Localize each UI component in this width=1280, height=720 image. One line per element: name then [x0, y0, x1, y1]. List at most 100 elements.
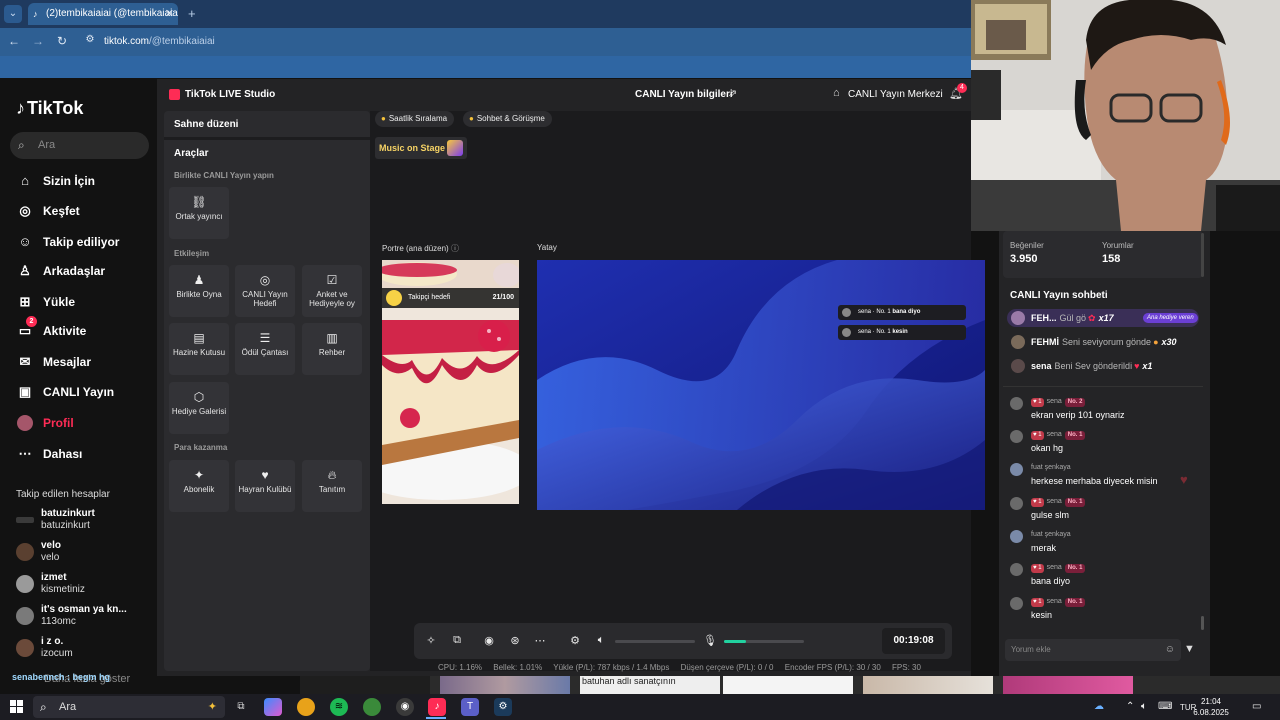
scene-layout-title[interactable]: Sahne düzeni	[174, 119, 238, 130]
rank-badge: No. 1	[1064, 598, 1086, 607]
tab-close-icon[interactable]: ✕	[165, 3, 174, 25]
tool-live-goal[interactable]: ◎ CANLI Yayın Hedefi	[235, 265, 295, 317]
rank-badge: No. 1	[1064, 564, 1086, 573]
keyboard-icon[interactable]: ⌨	[1158, 701, 1172, 712]
chrome-profile-icon[interactable]	[363, 698, 381, 716]
site-info-icon[interactable]: ⚙	[82, 34, 98, 45]
browser-tab[interactable]: ♪ (2)tembikaiaiai (@tembikaiaia ✕	[28, 3, 178, 25]
tool-play-together[interactable]: ♟ Birlikte Oyna	[169, 265, 229, 317]
chrome-icon[interactable]	[297, 698, 315, 716]
share-icon[interactable]: ⇗	[728, 87, 737, 100]
tray-overflow-icon[interactable]: ⌃	[1126, 701, 1134, 712]
goal-label: Takipçi hedefi	[408, 294, 451, 301]
comment-input[interactable]: Yorum ekle ☺	[1005, 639, 1181, 661]
record-icon[interactable]: ◉	[482, 634, 496, 647]
nav-more[interactable]: ⋯ Dahası	[16, 443, 156, 465]
level-badge: ♥ 1	[1031, 564, 1044, 573]
weather-icon[interactable]: ☁	[1094, 701, 1104, 712]
music-on-stage-button[interactable]: Music on Stage	[375, 137, 467, 159]
volume-icon[interactable]: 🔈︎	[1141, 701, 1147, 712]
more-options-icon[interactable]: ⋯	[533, 634, 547, 647]
nav-messages[interactable]: ✉ Mesajlar	[16, 351, 156, 373]
rank-badge: No. 2	[1064, 398, 1086, 407]
nav-activity[interactable]: ▭ 2 Aktivite	[16, 316, 156, 342]
thumbnail[interactable]	[723, 676, 853, 694]
tool-reward-bag[interactable]: ☰ Ödül Çantası	[235, 323, 295, 375]
filter-icon[interactable]: ▼	[1184, 643, 1195, 655]
live-center-button[interactable]: CANLI Yayın Merkezi	[848, 89, 943, 100]
tiktok-logo[interactable]: ♪ TikTok	[16, 98, 83, 119]
nav-friends[interactable]: ♙ Arkadaşlar	[16, 260, 156, 282]
tool-gift-gallery[interactable]: ⬡ Hediye Galerisi	[169, 382, 229, 434]
clock-time: 21:04	[1200, 697, 1222, 706]
nav-live[interactable]: ▣ CANLI Yayın	[16, 381, 156, 403]
portrait-preview[interactable]: Takipçi hedefi 21/100	[382, 260, 519, 504]
obs-icon[interactable]: ◉	[396, 698, 414, 716]
goal-count: 21/100	[492, 294, 514, 301]
following-account[interactable]: batuzinkurt batuzinkurt	[16, 508, 156, 534]
tool-poll[interactable]: ☑ Anket ve Hediyeyle oy	[302, 265, 362, 317]
windows-start-icon[interactable]	[10, 700, 23, 713]
nav-following[interactable]: ☺ Takip ediliyor	[16, 231, 156, 253]
chat-call-pill[interactable]: ● Sohbet & Görüşme	[463, 111, 552, 127]
forward-icon[interactable]: →	[30, 34, 46, 48]
nav-upload[interactable]: ⊞ Yükle	[16, 291, 156, 313]
taskbar-search[interactable]: ⌕ Ara ✦	[33, 696, 225, 718]
notifications-icon[interactable]: ▭	[1252, 701, 1261, 712]
tiktok-studio-icon[interactable]: ♪	[428, 698, 446, 716]
info-icon[interactable]: ⓘ	[451, 244, 459, 253]
account-name: izmet	[41, 572, 67, 583]
thumbnail[interactable]	[863, 676, 993, 694]
thumbnail[interactable]	[1003, 676, 1133, 694]
thumbnail[interactable]	[440, 676, 570, 694]
chat-scrollbar[interactable]	[1201, 616, 1204, 630]
tool-treasure-box[interactable]: ▤ Hazine Kutusu	[169, 323, 229, 375]
scrollbar[interactable]	[1201, 233, 1204, 277]
following-account[interactable]: i z o. izocum	[16, 636, 156, 662]
task-view-icon[interactable]: ⧉	[232, 698, 250, 716]
speaker-icon[interactable]: 🔈︎	[594, 634, 608, 647]
thumbnail[interactable]	[300, 676, 430, 694]
landscape-preview[interactable]: sena · No. 1 bana diyo sena · No. 1 kesi…	[537, 260, 985, 510]
steam-icon[interactable]: ⚙	[494, 698, 512, 716]
nav-explore[interactable]: ◎ Keşfet	[16, 200, 156, 222]
copilot-icon[interactable]	[264, 698, 282, 716]
settings-sliders-icon[interactable]: ⚙	[568, 634, 582, 647]
reload-icon[interactable]: ↻	[54, 34, 70, 48]
heart-icon[interactable]: ♥	[1180, 472, 1188, 487]
microphone-icon[interactable]: 🎙︎	[703, 634, 717, 647]
overlay-badge: No. 1	[876, 309, 891, 315]
tool-promote[interactable]: 🔥︎ Tanıtım	[302, 460, 362, 512]
clock[interactable]: 21:04 6.08.2025	[1182, 696, 1240, 718]
search-input[interactable]: ⌕ Ara	[10, 132, 149, 159]
new-tab-icon[interactable]: +	[188, 6, 196, 21]
tool-subscription[interactable]: ✦ Abonelik	[169, 460, 229, 512]
avatar	[1010, 497, 1023, 510]
following-account[interactable]: velo velo	[16, 540, 156, 566]
magic-wand-icon[interactable]: ✧	[424, 634, 438, 647]
tab-search-dropdown-icon[interactable]: ⌄	[4, 5, 22, 23]
emoji-icon[interactable]: ☺	[1165, 639, 1175, 661]
mic-level-meter	[724, 640, 804, 643]
camera-switch-icon[interactable]: ⊛	[508, 634, 522, 647]
following-account[interactable]: it's osman ya kn... 113omc	[16, 604, 156, 630]
tool-fan-club[interactable]: ♥ Hayran Kulübü	[235, 460, 295, 512]
avatar	[1010, 463, 1023, 476]
tool-cohost[interactable]: ⛓ Ortak yayıncı	[169, 187, 229, 239]
message-text: merak	[1031, 543, 1057, 553]
section-together: Birlikte CANLI Yayın yapın	[174, 171, 274, 180]
tool-guide[interactable]: ▥ Rehber	[302, 323, 362, 375]
url-field[interactable]: tiktok.com/@tembikaiaiai	[104, 36, 215, 47]
spotify-icon[interactable]: ≋	[330, 698, 348, 716]
nav-for-you[interactable]: ⌂ Sizin İçin	[16, 170, 156, 192]
volume-slider[interactable]	[615, 640, 695, 643]
copilot-sparkle-icon: ✦	[207, 701, 217, 713]
hourly-ranking-pill[interactable]: ● Saatlik Sıralama	[375, 111, 455, 127]
add-source-icon[interactable]: ⧉	[450, 634, 464, 647]
nav-profile[interactable]: Profil	[16, 412, 156, 434]
live-info-button[interactable]: CANLI Yayın bilgileri	[635, 89, 733, 100]
back-icon[interactable]: ←	[6, 34, 22, 48]
thumbnail-broken-image[interactable]: batuhan adlı sanatçının	[580, 676, 720, 694]
following-account[interactable]: izmet kismetiniz	[16, 572, 156, 598]
teams-icon[interactable]: T	[461, 698, 479, 716]
